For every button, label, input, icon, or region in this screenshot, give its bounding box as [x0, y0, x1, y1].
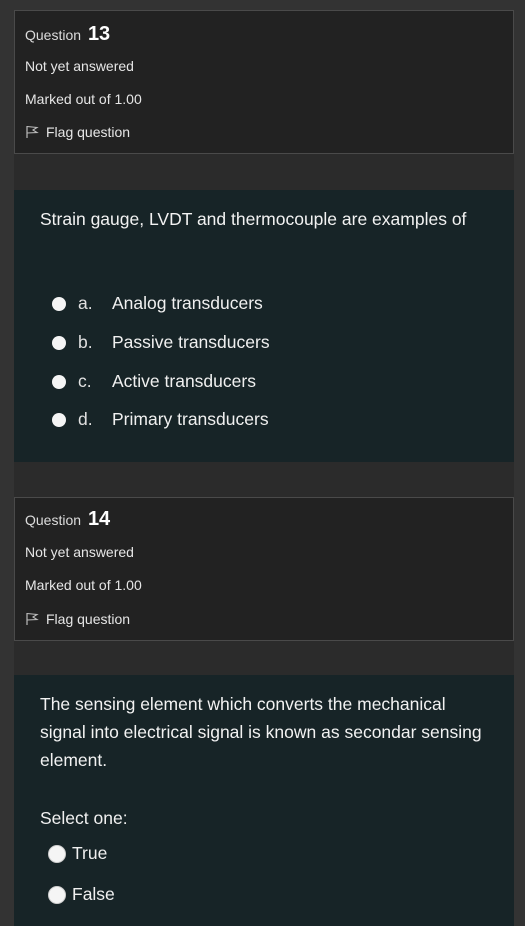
option-b[interactable]: b. Passive transducers: [52, 332, 270, 353]
spacer: [14, 641, 514, 675]
question-14-content: The sensing element which converts the m…: [14, 675, 514, 926]
option-d[interactable]: d. Primary transducers: [52, 409, 269, 430]
select-one-label: Select one:: [40, 808, 128, 828]
flag-question-label: Flag question: [46, 611, 131, 627]
radio-button[interactable]: [48, 844, 66, 863]
flag-question-13-link[interactable]: Flag question: [25, 124, 130, 140]
radio-button[interactable]: [48, 885, 66, 904]
question-13-marks: Marked out of 1.00: [25, 91, 142, 107]
question-13-info: Question 13 Not yet answered Marked out …: [14, 10, 514, 154]
question-number: 13: [87, 23, 111, 45]
option-a[interactable]: a. Analog transducers: [52, 293, 263, 314]
question-14-marks: Marked out of 1.00: [25, 577, 142, 593]
option-false[interactable]: False: [48, 884, 115, 905]
option-c[interactable]: c. Active transducers: [52, 371, 256, 392]
option-text: Active transducers: [112, 371, 256, 391]
radio-button[interactable]: [52, 335, 66, 350]
option-letter: d.: [78, 409, 93, 429]
flag-icon: [26, 612, 39, 625]
flag-question-14-link[interactable]: Flag question: [25, 611, 130, 627]
question-14-info: Question 14 Not yet answered Marked out …: [14, 497, 514, 641]
option-text: Primary transducers: [112, 409, 269, 429]
question-14-heading: Question 14: [25, 508, 110, 531]
radio-button[interactable]: [52, 296, 66, 311]
question-13-heading: Question 13: [25, 23, 110, 46]
flag-icon: [26, 125, 39, 138]
option-true[interactable]: True: [48, 843, 107, 864]
question-label: Question: [25, 27, 82, 43]
option-text: True: [72, 843, 108, 863]
question-14-text: The sensing element which converts the m…: [40, 694, 482, 770]
radio-button[interactable]: [52, 412, 66, 427]
option-text: False: [72, 884, 115, 904]
option-text: Analog transducers: [112, 293, 263, 313]
spacer: [14, 462, 514, 497]
option-letter: c.: [78, 371, 92, 391]
question-label: Question: [25, 512, 82, 528]
question-13-content: Strain gauge, LVDT and thermocouple are …: [14, 190, 514, 462]
spacer: [14, 154, 514, 190]
option-letter: b.: [78, 332, 93, 352]
flag-question-label: Flag question: [46, 124, 131, 140]
question-13-status: Not yet answered: [25, 58, 134, 74]
option-letter: a.: [78, 293, 93, 313]
option-text: Passive transducers: [112, 332, 270, 352]
question-13-text: Strain gauge, LVDT and thermocouple are …: [40, 209, 467, 229]
radio-button[interactable]: [52, 374, 66, 389]
question-number: 14: [87, 508, 111, 530]
question-14-status: Not yet answered: [25, 544, 134, 560]
